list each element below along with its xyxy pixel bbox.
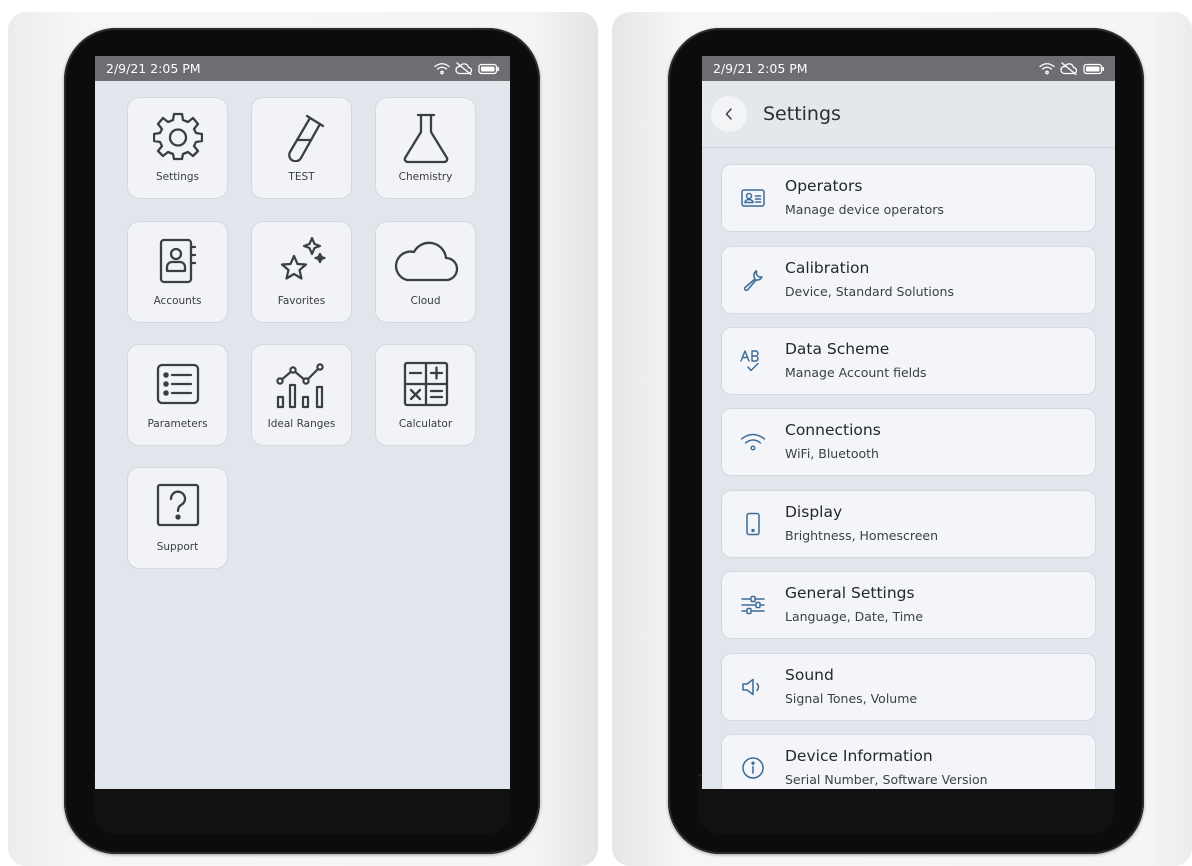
settings-item-operators[interactable]: Operators Manage device operators	[721, 164, 1096, 232]
settings-item-subtitle: Language, Date, Time	[785, 609, 924, 624]
settings-item-title: Display	[785, 503, 843, 521]
settings-item-title: General Settings	[785, 584, 915, 602]
sliders-icon	[741, 595, 765, 615]
settings-item-sound[interactable]: Sound Signal Tones, Volume	[721, 653, 1096, 721]
tile-test[interactable]: TEST	[251, 97, 352, 199]
tile-favorites[interactable]: Favorites	[251, 221, 352, 323]
chevron-left-icon	[725, 108, 732, 120]
calculator-icon	[403, 361, 448, 407]
list-icon	[156, 363, 199, 405]
settings-item-calibration[interactable]: Calibration Device, Standard Solutions	[721, 246, 1096, 314]
cloud-icon	[394, 241, 458, 282]
wifi-icon	[740, 433, 766, 451]
tile-label: Accounts	[153, 295, 202, 307]
settings-item-connections[interactable]: Connections WiFi, Bluetooth	[721, 408, 1096, 476]
tile-label: Parameters	[147, 418, 208, 430]
wrench-icon	[743, 270, 763, 291]
question-icon	[156, 483, 199, 527]
range-chart-icon	[275, 363, 324, 409]
tile-calculator[interactable]: Calculator	[375, 344, 476, 446]
tile-label: Calculator	[398, 418, 453, 430]
settings-item-title: Operators	[785, 177, 863, 195]
tile-settings[interactable]: Settings	[127, 97, 228, 199]
settings-item-general-settings[interactable]: General Settings Language, Date, Time	[721, 571, 1096, 639]
tile-label: Ideal Ranges	[267, 418, 336, 430]
settings-item-subtitle: Device, Standard Solutions	[785, 284, 954, 299]
tile-label: Settings	[155, 171, 200, 183]
tile-parameters[interactable]: Parameters	[127, 344, 228, 446]
operator-card-icon	[741, 189, 765, 207]
tile-label: Favorites	[277, 295, 326, 307]
test-tube-icon	[287, 114, 324, 162]
settings-item-data-scheme[interactable]: Data Scheme Manage Account fields	[721, 327, 1096, 395]
status-bar: 2/9/21 2:05 PM	[95, 56, 510, 81]
settings-item-subtitle: Manage Account fields	[785, 365, 927, 380]
settings-item-subtitle: Brightness, Homescreen	[785, 528, 938, 543]
settings-item-title: Connections	[785, 421, 881, 439]
ab-check-icon	[740, 350, 759, 372]
speaker-icon	[742, 678, 760, 696]
settings-item-subtitle: WiFi, Bluetooth	[785, 446, 879, 461]
settings-screen: 2/9/21 2:05 PM Settings Operators Manage…	[702, 56, 1115, 789]
status-icons	[1039, 62, 1105, 75]
battery-icon	[478, 63, 499, 74]
battery-icon	[1083, 63, 1104, 74]
tile-label: Support	[156, 541, 199, 553]
settings-item-device-information[interactable]: Device Information Serial Number, Softwa…	[721, 734, 1096, 789]
contact-book-icon	[159, 238, 196, 284]
stars-icon	[280, 236, 326, 280]
flask-icon	[403, 113, 448, 164]
settings-item-subtitle: Signal Tones, Volume	[785, 691, 918, 706]
page-title: Settings	[763, 103, 841, 125]
tile-label: TEST	[288, 171, 315, 183]
settings-item-title: Sound	[785, 666, 834, 684]
tile-support[interactable]: Support	[127, 467, 228, 569]
cloud-off-icon	[455, 62, 473, 75]
status-datetime: 2/9/21 2:05 PM	[106, 61, 201, 76]
wifi-icon	[1039, 63, 1055, 75]
tile-label: Cloud	[410, 295, 441, 307]
settings-item-display[interactable]: Display Brightness, Homescreen	[721, 490, 1096, 558]
tile-label: Chemistry	[398, 171, 453, 183]
home-screen: 2/9/21 2:05 PM Settings TEST Chemistry A…	[95, 56, 510, 789]
info-icon	[742, 757, 764, 779]
wifi-icon	[434, 63, 450, 75]
settings-item-title: Device Information	[785, 747, 933, 765]
settings-item-title: Data Scheme	[785, 340, 890, 358]
tile-accounts[interactable]: Accounts	[127, 221, 228, 323]
settings-item-subtitle: Manage device operators	[785, 202, 944, 217]
status-datetime: 2/9/21 2:05 PM	[713, 61, 808, 76]
status-icons	[434, 62, 500, 75]
cloud-off-icon	[1060, 62, 1078, 75]
tile-ideal-ranges[interactable]: Ideal Ranges	[251, 344, 352, 446]
status-bar: 2/9/21 2:05 PM	[702, 56, 1115, 81]
tile-chemistry[interactable]: Chemistry	[375, 97, 476, 199]
back-button[interactable]	[711, 96, 747, 132]
settings-item-subtitle: Serial Number, Software Version	[785, 772, 988, 787]
settings-header: Settings	[702, 81, 1115, 148]
settings-item-title: Calibration	[785, 259, 870, 277]
gear-icon	[152, 112, 203, 161]
phone-icon	[746, 512, 760, 536]
tile-cloud[interactable]: Cloud	[375, 221, 476, 323]
